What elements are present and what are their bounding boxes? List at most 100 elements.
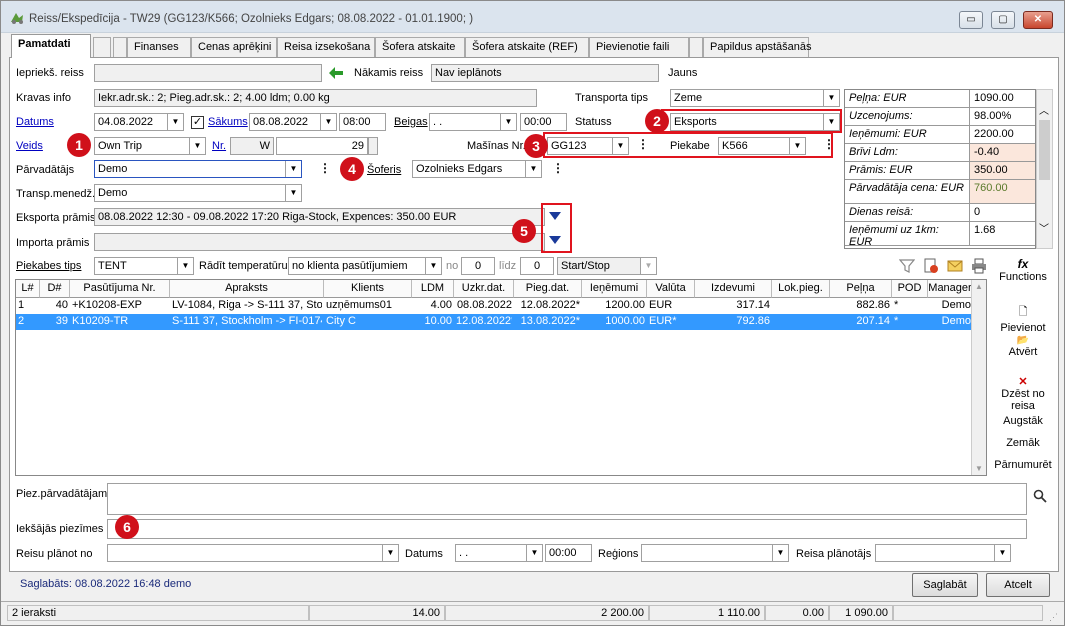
column-header[interactable]: D# [40,280,70,298]
next-trip-field[interactable]: Nav ieplānots [431,64,659,82]
arrow-left-icon[interactable] [329,67,343,79]
driver-select[interactable]: Ozolnieks Edgars ▼ [412,160,542,178]
driver-menu-icon[interactable]: ⋮ [552,161,564,175]
plan-time-field[interactable]: 00:00 [545,544,592,562]
date-field[interactable]: 04.08.2022 ▼ [94,113,184,131]
maximize-button[interactable]: ▢ [991,11,1015,29]
start-checkbox[interactable]: ✓ [191,116,204,129]
column-header[interactable]: Valūta [647,280,695,298]
print-icon[interactable] [971,258,987,274]
plan-date-field[interactable]: . . ▼ [455,544,543,562]
column-header[interactable]: POD [892,280,928,298]
tab-reisa-izsekosana[interactable]: Reisa izsekošana [277,37,375,57]
functions-button[interactable]: fx Functions [993,257,1053,283]
tab-sofera-atskaite-ref[interactable]: Šofera atskaite (REF) [465,37,589,57]
scroll-thumb[interactable] [1039,120,1050,180]
table-cell: 12.08.2022* [456,315,512,327]
chevron-down-icon: ▼ [640,258,656,274]
manager-select[interactable]: Demo ▼ [94,184,302,202]
region-select[interactable]: ▼ [641,544,789,562]
vehicle-label: Mašīnas Nr. [467,140,526,152]
column-header[interactable]: Apraksts [170,280,324,298]
grid-scrollbar[interactable]: ▲ ▼ [971,280,986,475]
tab-cenas-aprekini[interactable]: Cenas aprēķini [191,37,277,57]
search-icon[interactable] [1033,489,1047,503]
export-icon[interactable] [923,258,939,274]
column-header[interactable]: Uzkr.dat. [454,280,514,298]
tab-blank-1[interactable] [93,37,111,57]
internal-notes-field[interactable] [107,519,1027,539]
from-field[interactable]: 0 [461,257,495,275]
table-row[interactable]: 2 39 K10209-TR S-111 37, Stockholm -> FI-01… [16,314,971,330]
chevron-up-icon[interactable]: ︿ [1039,102,1049,117]
stats-scrollbar[interactable]: ︿ ﹀ [1036,89,1053,249]
add-button[interactable]: 🗋 Pievienot [993,303,1053,334]
minimize-button[interactable]: ▭ [959,11,983,29]
resize-grip-icon[interactable]: ⋰ [1049,612,1058,623]
start-label[interactable]: Sākums [208,116,248,128]
move-up-button[interactable]: Augstāk [993,415,1053,427]
carrier-select[interactable]: Demo ▼ [94,160,302,178]
type-select[interactable]: Own Trip ▼ [94,137,206,155]
end-time-field[interactable]: 00:00 [520,113,567,131]
nr-label[interactable]: Nr. [212,140,226,152]
column-header[interactable]: Manager [928,280,973,298]
new-label: Jauns [668,67,698,79]
carrier-notes-field[interactable] [107,483,1027,515]
open-button[interactable]: 📂 Atvērt [993,335,1053,358]
close-button[interactable]: ✕ [1023,11,1053,29]
tab-blank-1b[interactable] [113,37,127,57]
cancel-button[interactable]: Atcelt [986,573,1050,597]
start-stop-select[interactable]: Start/Stop ▼ [557,257,657,275]
nr-field[interactable]: 29 [276,137,368,155]
table-row[interactable]: 1 40 +K10208-EXP LV-1084, Riga -> S-111 37,… [16,298,971,314]
plan-from-select[interactable]: ▼ [107,544,399,562]
planner-select[interactable]: ▼ [875,544,1011,562]
chevron-down-icon: ▼ [500,114,516,130]
transport-type-select[interactable]: Zeme ▼ [670,89,840,107]
total-zero: 0.00 [765,605,829,621]
save-button[interactable]: Saglabāt [912,573,978,597]
start-time-field[interactable]: 08:00 [339,113,386,131]
start-date-field[interactable]: 08.08.2022 ▼ [249,113,337,131]
stats-value: 1.68 [970,222,1035,245]
table-cell: 207.14 [856,315,890,327]
column-header[interactable]: L# [16,280,40,298]
prev-trip-field[interactable] [94,64,322,82]
to-field[interactable]: 0 [520,257,554,275]
chevron-up-icon[interactable]: ▲ [975,282,983,291]
tab-blank-2[interactable] [689,37,703,57]
column-header[interactable]: LDM [412,280,454,298]
show-temp-select[interactable]: no klienta pasūtījumiem ▼ [288,257,442,275]
chevron-down-icon[interactable]: ▼ [975,464,983,473]
marker-4: 4 [340,157,364,181]
column-header[interactable]: Izdevumi [695,280,772,298]
export-ferry-label: Eksporta prāmis [16,212,96,224]
filter-icon[interactable] [899,258,915,274]
delete-from-trip-button[interactable]: ✕ Dzēst no reisa [993,375,1053,412]
type-label[interactable]: Veids [16,140,43,152]
stats-key: Ieņēmumi uz 1km: EUR [845,222,970,248]
end-date-field[interactable]: . . ▼ [429,113,517,131]
column-header[interactable]: Pieg.dat. [514,280,582,298]
tab-finanses[interactable]: Finanses [127,37,191,57]
email-icon[interactable] [947,258,963,274]
chevron-down-icon[interactable]: ﹀ [1039,220,1049,235]
tab-pamatdati[interactable]: Pamatdati [11,34,91,58]
tab-pievienotie-faili[interactable]: Pievienotie faili [589,37,689,57]
column-header[interactable]: Pasūtījuma Nr. [70,280,170,298]
tab-papildus-apstasanas[interactable]: Papildus apstāšanās [703,37,812,57]
column-header[interactable]: Peļņa [830,280,892,298]
renumber-button[interactable]: Pārnumurēt [993,459,1053,471]
tab-sofera-atskaite[interactable]: Šofera atskaite [375,37,465,57]
column-header[interactable]: Lok.pieg. [772,280,830,298]
column-header[interactable]: Klients [324,280,412,298]
trailer-type-select[interactable]: TENT ▼ [94,257,194,275]
cargo-info-field: Iekr.adr.sk.: 2; Pieg.adr.sk.: 2; 4.00 l… [94,89,537,107]
carrier-menu-icon[interactable]: ⋮ [319,161,331,175]
move-down-button[interactable]: Zemāk [993,437,1053,449]
column-header[interactable]: Ieņēmumi [582,280,647,298]
stats-key: Pārvadātāja cena: EUR [845,180,970,203]
dates-label[interactable]: Datums [16,116,54,128]
chevron-down-icon: ▼ [994,545,1010,561]
